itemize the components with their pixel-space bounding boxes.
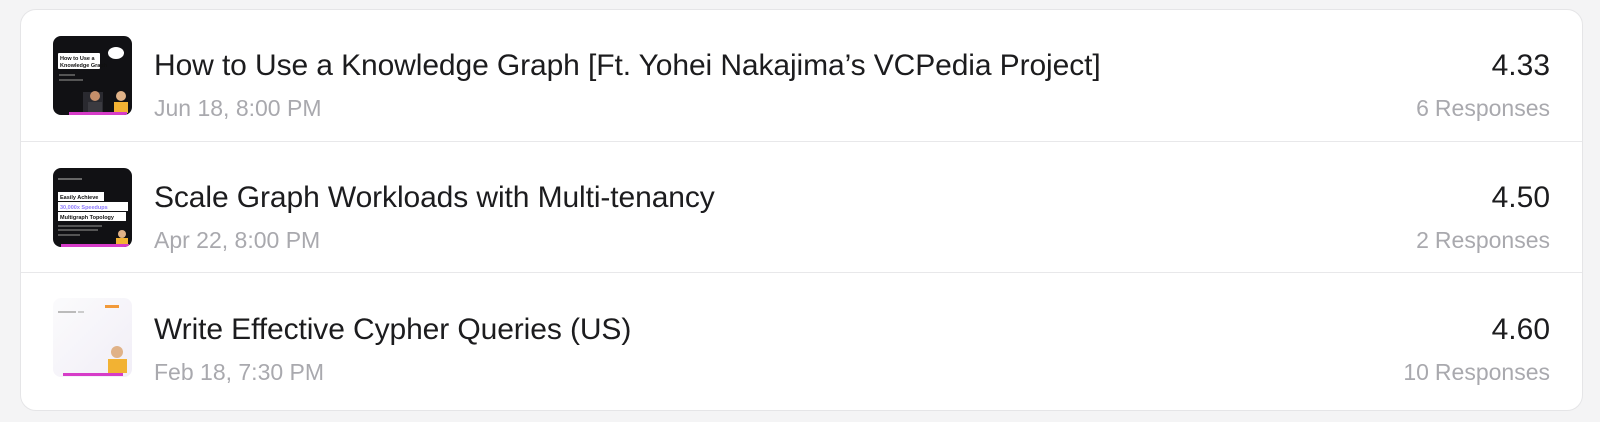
session-thumbnail-image: Easily Achieve 30,000x Speedups Multigra… xyxy=(53,168,132,247)
session-thumbnail-image: How to Use a Knowledge Graph xyxy=(53,36,132,115)
session-score: 4.60 xyxy=(1491,313,1550,346)
response-label: Responses xyxy=(1434,227,1550,253)
svg-text:30,000x Speedups: 30,000x Speedups xyxy=(60,205,108,211)
svg-text:Multigraph Topology: Multigraph Topology xyxy=(60,215,115,221)
session-responses: 2 Responses xyxy=(1416,226,1550,254)
svg-text:Easily Achieve: Easily Achieve xyxy=(60,195,98,201)
svg-text:How to Use a: How to Use a xyxy=(60,56,95,62)
session-title: How to Use a Knowledge Graph [Ft. Yohei … xyxy=(154,49,1101,82)
session-row[interactable]: Write Effective Cypher Queries (US) Feb … xyxy=(21,272,1582,410)
session-score: 4.50 xyxy=(1491,181,1550,214)
session-row[interactable]: How to Use a Knowledge Graph How to Use … xyxy=(21,10,1582,141)
session-thumbnail: How to Use a Knowledge Graph xyxy=(53,36,132,115)
response-label: Responses xyxy=(1434,359,1550,385)
response-count: 10 xyxy=(1403,359,1429,385)
response-label: Responses xyxy=(1434,95,1550,121)
session-title: Write Effective Cypher Queries (US) xyxy=(154,313,632,346)
response-count: 2 xyxy=(1416,227,1429,253)
session-row[interactable]: Easily Achieve 30,000x Speedups Multigra… xyxy=(21,141,1582,272)
session-thumbnail: Easily Achieve 30,000x Speedups Multigra… xyxy=(53,168,132,247)
sessions-card: How to Use a Knowledge Graph How to Use … xyxy=(20,9,1583,411)
session-date: Apr 22, 8:00 PM xyxy=(154,227,321,253)
session-score: 4.33 xyxy=(1491,49,1550,82)
response-count: 6 xyxy=(1416,95,1429,121)
session-title: Scale Graph Workloads with Multi-tenancy xyxy=(154,181,715,214)
svg-text:Knowledge Graph: Knowledge Graph xyxy=(60,63,108,69)
session-date: Jun 18, 8:00 PM xyxy=(154,95,322,121)
session-thumbnail-image xyxy=(53,298,132,377)
session-thumbnail xyxy=(53,298,132,377)
session-responses: 6 Responses xyxy=(1416,94,1550,122)
session-responses: 10 Responses xyxy=(1403,358,1550,386)
session-date: Feb 18, 7:30 PM xyxy=(154,359,325,385)
